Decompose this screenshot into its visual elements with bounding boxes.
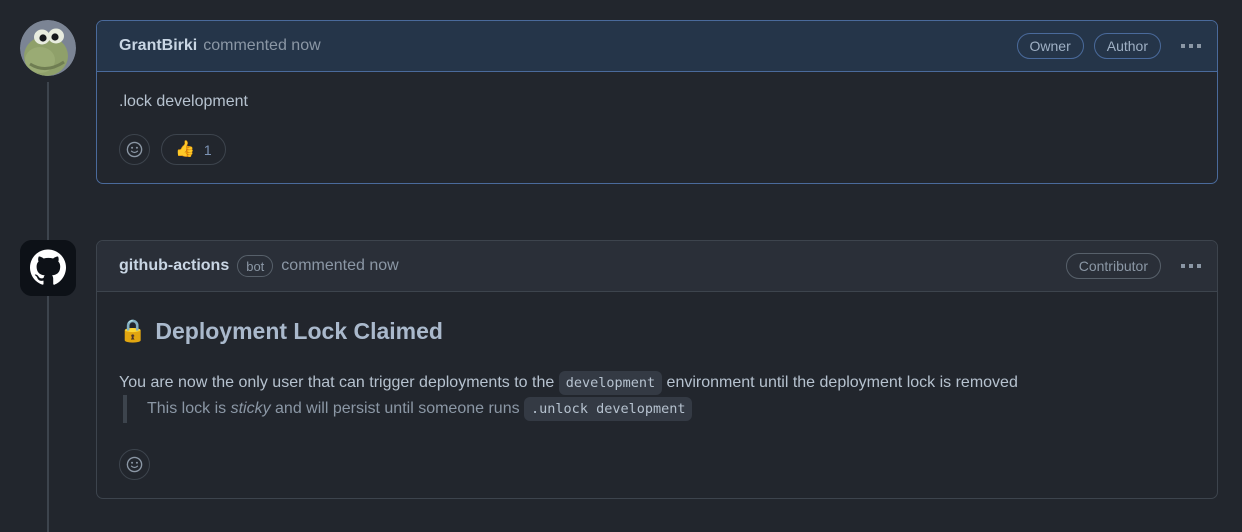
blockquote-middle: and will persist until someone runs: [275, 399, 520, 417]
blockquote-before: This lock is: [147, 399, 227, 417]
heading-text: Deployment Lock Claimed: [155, 318, 443, 344]
lock-description-paragraph: You are now the only user that can trigg…: [119, 370, 1195, 395]
lock-emoji: 🔒: [119, 318, 147, 344]
comment-author[interactable]: GrantBirki: [119, 37, 197, 55]
comment-github-actions: github-actions bot commented now Contrib…: [20, 240, 1218, 499]
comment-bubble-grantbirki: GrantBirki commented now Owner Author .l…: [96, 20, 1218, 184]
sticky-lock-blockquote: This lock is sticky and will persist unt…: [123, 394, 1195, 423]
paragraph-after: environment until the deployment lock is…: [666, 373, 1018, 391]
environment-code-chip: development: [558, 370, 663, 395]
comment-author[interactable]: github-actions: [119, 257, 229, 275]
add-reaction-button[interactable]: [119, 134, 150, 165]
kebab-menu-icon[interactable]: [1179, 40, 1203, 52]
comment-body: 🔒 Deployment Lock Claimed You are now th…: [97, 292, 1217, 423]
badge-author: Author: [1093, 33, 1161, 59]
avatar-github-actions[interactable]: [20, 240, 76, 296]
paragraph-before: You are now the only user that can trigg…: [119, 373, 555, 391]
comment-timestamp: commented now: [281, 257, 399, 274]
unlock-command-code-chip: .unlock development: [524, 396, 693, 421]
bubble-arrow-fill: [97, 259, 98, 277]
badge-owner: Owner: [1016, 33, 1084, 59]
comment-text: .lock development: [119, 93, 248, 110]
reactions-bar: [97, 429, 1217, 498]
bot-badge: bot: [237, 255, 274, 277]
thumbs-up-count: 1: [203, 141, 212, 158]
github-comment-thread: GrantBirki commented now Owner Author .l…: [0, 0, 1242, 532]
reactions-bar: 👍 1: [97, 114, 1217, 183]
avatar-grantbirki[interactable]: [20, 20, 76, 76]
kebab-menu-icon[interactable]: [1179, 260, 1203, 272]
comment-header: GrantBirki commented now Owner Author: [97, 21, 1217, 72]
thumbs-up-emoji: 👍: [175, 140, 195, 158]
blockquote-italic: sticky: [230, 399, 271, 417]
comment-header: github-actions bot commented now Contrib…: [97, 241, 1217, 292]
add-reaction-button[interactable]: [119, 448, 150, 480]
badge-contributor: Contributor: [1065, 253, 1161, 279]
comment-timestamp: commented now: [203, 37, 321, 54]
thumbs-up-reaction[interactable]: 👍 1: [161, 134, 226, 165]
comment-bubble-github-actions: github-actions bot commented now Contrib…: [96, 240, 1218, 499]
deployment-lock-heading: 🔒 Deployment Lock Claimed: [119, 314, 1195, 349]
comment-grantbirki: GrantBirki commented now Owner Author .l…: [20, 20, 1218, 184]
bubble-arrow-fill: [97, 39, 98, 57]
comment-body: .lock development: [97, 72, 1217, 114]
